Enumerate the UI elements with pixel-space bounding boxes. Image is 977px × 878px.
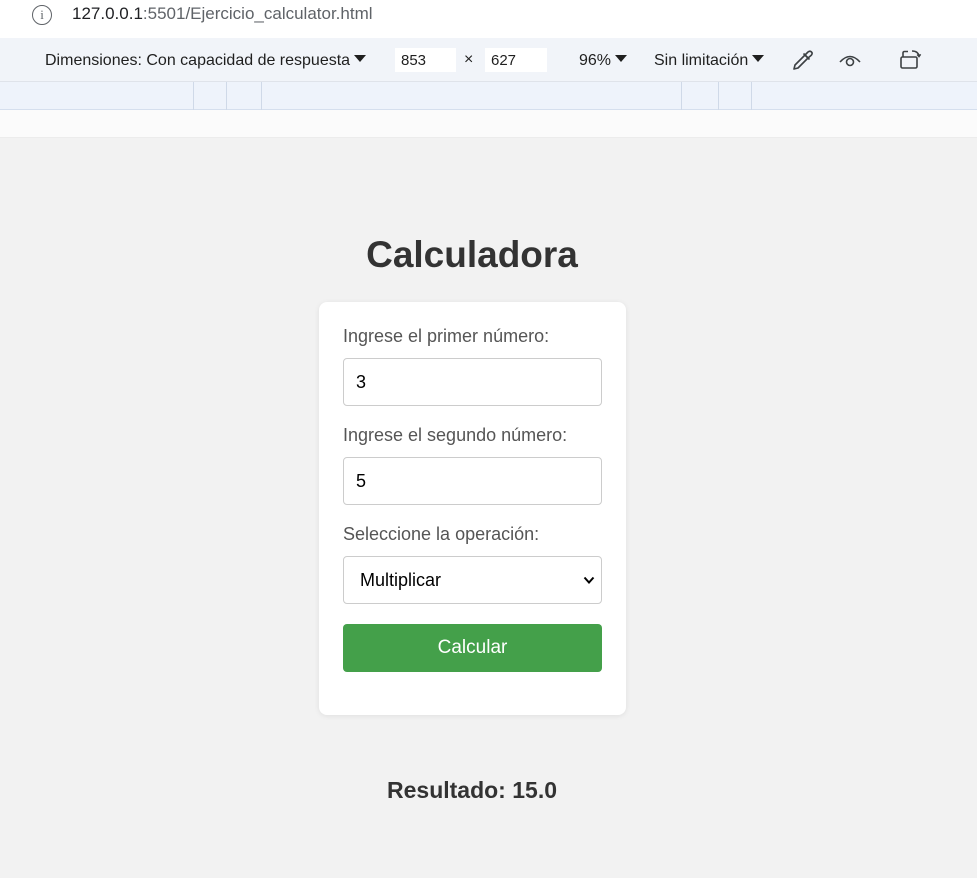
operation-select[interactable]: Multiplicar	[343, 556, 602, 604]
ruler-divider	[193, 82, 194, 110]
ruler-gap	[0, 110, 977, 138]
dimensions-dropdown[interactable]: Dimensiones: Con capacidad de respuesta	[45, 51, 367, 71]
second-number-input[interactable]	[343, 457, 602, 505]
second-number-label: Ingrese el segundo número:	[343, 425, 568, 445]
first-number-label: Ingrese el primer número:	[343, 326, 550, 346]
caret-down-icon	[354, 55, 367, 62]
operation-selected-value: Multiplicar	[360, 570, 442, 590]
rotate-icon[interactable]	[897, 48, 923, 72]
operation-label: Seleccione la operación:	[343, 524, 540, 544]
eyedropper-icon[interactable]	[790, 48, 816, 72]
zoom-label: 96%	[579, 52, 612, 69]
url-path: :5501/Ejercicio_calculator.html	[142, 4, 373, 23]
calculator-form: Ingrese el primer número: Ingrese el seg…	[319, 302, 626, 715]
device-toolbar: Dimensiones: Con capacidad de respuesta …	[0, 38, 977, 82]
info-icon[interactable]: i	[32, 5, 52, 25]
address-bar: i 127.0.0.1:5501/Ejercicio_calculator.ht…	[0, 0, 977, 38]
ruler-divider	[718, 82, 719, 110]
ruler-divider	[261, 82, 262, 110]
height-input[interactable]	[485, 48, 547, 72]
url-host: 127.0.0.1	[72, 4, 143, 23]
dimensions-label: Dimensiones: Con capacidad de respuesta	[45, 52, 351, 69]
width-input[interactable]	[395, 48, 456, 72]
throttle-label: Sin limitación	[654, 52, 749, 69]
result-text: Resultado: 15.0	[387, 777, 557, 803]
chevron-down-icon	[583, 576, 595, 584]
throttle-dropdown[interactable]: Sin limitación	[654, 51, 765, 71]
ruler-divider	[751, 82, 752, 110]
times-symbol: ×	[464, 51, 474, 68]
page-title: Calculadora	[366, 234, 578, 275]
caret-down-icon	[752, 55, 765, 62]
eye-icon[interactable]	[837, 48, 863, 72]
zoom-dropdown[interactable]: 96%	[579, 51, 628, 71]
url-text[interactable]: 127.0.0.1:5501/Ejercicio_calculator.html	[72, 4, 373, 24]
media-query-bar[interactable]	[0, 82, 977, 110]
ruler-divider	[226, 82, 227, 110]
first-number-input[interactable]	[343, 358, 602, 406]
caret-down-icon	[615, 55, 628, 62]
calculate-button[interactable]: Calcular	[343, 624, 602, 672]
ruler-divider	[681, 82, 682, 110]
